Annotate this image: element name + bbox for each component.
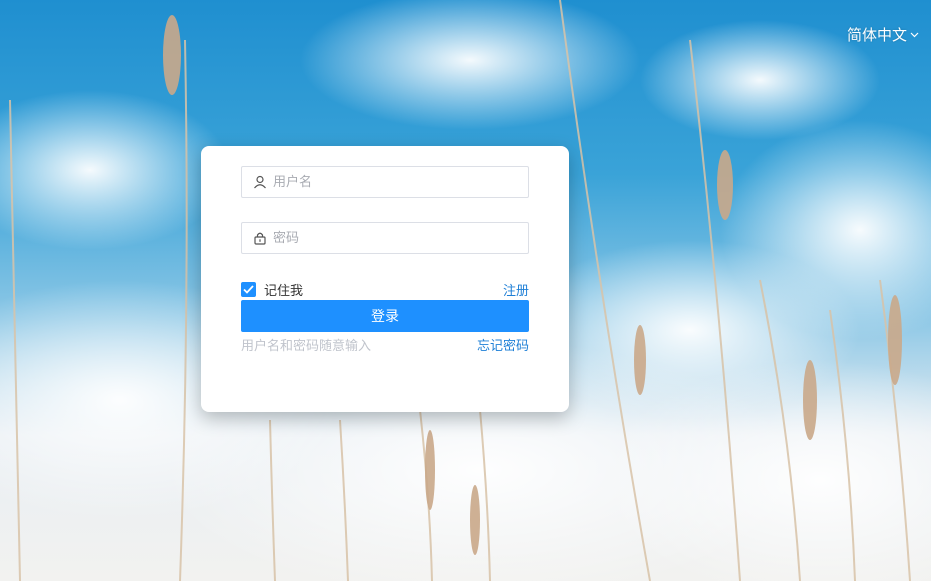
remember-me-label: 记住我 <box>264 284 304 299</box>
login-page: 简体中文 用户名 记住我 注册 登录 用户名和密码随意输入 忘记密码 <box>0 0 931 581</box>
remember-me-checkbox[interactable]: 记住我 <box>241 280 303 299</box>
lock-icon <box>253 231 267 245</box>
forgot-password-link[interactable]: 忘记密码 <box>477 335 529 354</box>
password-field[interactable] <box>241 222 529 254</box>
language-label: 简体中文 <box>846 26 907 44</box>
language-selector[interactable]: 简体中文 <box>847 24 919 45</box>
username-input[interactable] <box>271 173 515 191</box>
password-input[interactable] <box>271 229 515 247</box>
login-hint-text: 用户名和密码随意输入 <box>241 339 372 354</box>
chevron-down-icon <box>910 30 919 41</box>
login-button[interactable]: 登录 <box>241 300 529 332</box>
register-link[interactable]: 注册 <box>503 280 529 299</box>
checkbox-checked-icon[interactable] <box>241 282 256 297</box>
remember-row: 记住我 注册 <box>241 280 529 299</box>
login-card: 记住我 注册 登录 用户名和密码随意输入 忘记密码 <box>201 146 569 412</box>
hint-row: 用户名和密码随意输入 忘记密码 <box>241 335 529 354</box>
user-icon <box>253 175 267 189</box>
username-field[interactable] <box>241 166 529 198</box>
